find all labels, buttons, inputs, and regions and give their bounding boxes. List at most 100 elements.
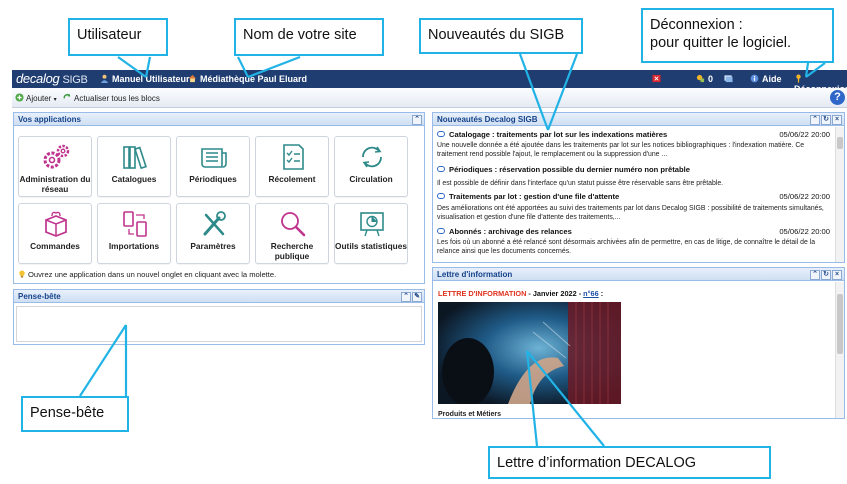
gears-icon (43, 144, 70, 169)
user-icon (100, 74, 109, 83)
site-link[interactable]: Médiathèque Paul Eluard (188, 74, 307, 84)
news-item[interactable]: Catalogage : traitements par lot sur les… (433, 129, 834, 163)
app-tile-administration[interactable]: Administration du réseau (18, 136, 92, 197)
cycle-arrows-icon (362, 146, 382, 168)
checklist-icon (283, 144, 304, 170)
comment-icon (437, 131, 445, 137)
app-tile-parametres[interactable]: Paramètres (176, 203, 250, 264)
collapse-icon[interactable]: ⌃ (412, 115, 422, 125)
app-tile-label: Importations (108, 241, 160, 251)
news-panel-title: Nouveautés Decalog SIGB (437, 115, 538, 124)
info-icon (750, 74, 759, 83)
app-tile-label: Récolement (268, 174, 316, 184)
refresh-icon[interactable]: ↻ (821, 270, 831, 280)
app-tile-circulation[interactable]: Circulation (334, 136, 408, 197)
news-item[interactable]: Périodiques : réservation possible du de… (433, 164, 834, 189)
app-tile-label: Circulation (349, 174, 393, 184)
news-date: 05/06/22 20:00 (779, 130, 830, 139)
callout-site-name: Nom de votre site (234, 18, 384, 56)
refresh-icon[interactable]: ↻ (821, 115, 831, 125)
close-icon[interactable]: × (832, 115, 842, 125)
notification-badge[interactable] (652, 74, 664, 84)
callout-newsletter: Lettre d’information DECALOG (488, 446, 771, 479)
news-item[interactable]: Traitements par lot : gestion d'une file… (433, 191, 834, 226)
app-tile-label: Paramètres (190, 241, 236, 251)
comment-icon (437, 193, 445, 199)
comment-icon (437, 228, 445, 234)
news-body: Des améliorations ont été apportées au s… (437, 205, 824, 221)
app-tile-recolement[interactable]: Récolement (255, 136, 329, 197)
app-tile-importations[interactable]: Importations (97, 203, 171, 264)
comment-icon (437, 166, 445, 172)
messages-button[interactable] (724, 74, 736, 84)
memo-panel-header: Pense-bête ⌃ ✎ (14, 290, 424, 303)
brand-logo: decalog SIGB (16, 71, 88, 86)
news-date: 05/06/22 20:00 (779, 192, 830, 201)
refresh-all-button[interactable]: Actualiser tous les blocs (62, 93, 160, 103)
close-icon[interactable]: × (832, 270, 842, 280)
news-body: Une nouvelle donnée a été ajoutée dans l… (437, 142, 805, 158)
newsletter-heading: LETTRE D'INFORMATION - Janvier 2022 - n°… (438, 289, 604, 298)
home-icon (188, 74, 197, 83)
app-tile-recherche-publique[interactable]: Recherche publique (255, 203, 329, 264)
news-scrollbar[interactable] (835, 127, 844, 262)
newsletter-panel: Lettre d'information ⌃ ↻ × LETTRE D'INFORM… (432, 267, 845, 419)
memo-panel: Pense-bête ⌃ ✎ (13, 289, 425, 345)
app-tile-label: Outils statistiques (335, 241, 407, 251)
refresh-icon (63, 93, 71, 99)
news-body: Les fois où un abonné a été relancé sont… (437, 239, 816, 255)
applications-panel-header: Vos applications ⌃ (14, 113, 424, 126)
news-panel: Nouveautés Decalog SIGB ⌃ ↻ × Catalogage :… (432, 112, 845, 263)
alert-icon (652, 74, 661, 83)
newsletter-panel-title: Lettre d'information (437, 270, 513, 279)
package-icon (45, 211, 67, 237)
collapse-icon[interactable]: ⌃ (810, 270, 820, 280)
tasks-counter[interactable]: 0 (696, 74, 713, 84)
memo-textarea[interactable] (16, 306, 422, 342)
app-tile-outils-statistiques[interactable]: Outils statistiques (334, 203, 408, 264)
transfer-icon (123, 211, 147, 237)
newspaper-icon (201, 148, 227, 168)
app-tile-label: Recherche publique (270, 241, 314, 261)
key-icon (796, 74, 801, 83)
applications-panel-title: Vos applications (18, 115, 81, 124)
tasks-icon (696, 74, 705, 83)
help-link[interactable]: Aide (750, 74, 782, 84)
collapse-icon[interactable]: ⌃ (401, 292, 411, 302)
collapse-icon[interactable]: ⌃ (810, 115, 820, 125)
tools-icon (203, 211, 226, 236)
add-block-button[interactable]: Ajouter ▾ (15, 93, 57, 103)
edit-icon[interactable]: ✎ (412, 292, 422, 302)
app-tile-label: Commandes (30, 241, 80, 251)
news-panel-header: Nouveautés Decalog SIGB ⌃ ↻ × (433, 113, 844, 126)
news-date: 05/06/22 20:00 (779, 227, 830, 236)
news-item[interactable]: Abonnés : archivage des relances 05/06/2… (433, 226, 834, 260)
scrollbar-thumb[interactable] (837, 137, 843, 149)
scrollbar-thumb[interactable] (837, 294, 843, 354)
app-tile-label: Administration du réseau (19, 174, 91, 194)
app-tile-commandes[interactable]: Commandes (18, 203, 92, 264)
chevron-down-icon: ▾ (53, 97, 57, 103)
newsletter-footer: Produits et Métiers (438, 411, 502, 418)
toolbar: Ajouter ▾ Actualiser tous les blocs ? (12, 88, 847, 108)
newsletter-scrollbar[interactable] (835, 282, 844, 418)
lightbulb-icon (19, 270, 25, 278)
app-tile-periodiques[interactable]: Périodiques (176, 136, 250, 197)
callout-user: Utilisateur (68, 18, 168, 56)
newsletter-image[interactable] (438, 302, 621, 404)
help-icon[interactable]: ? (830, 90, 845, 105)
magnifier-icon (281, 212, 306, 237)
add-icon (15, 93, 24, 102)
callout-logout: Déconnexion : pour quitter le logiciel. (641, 8, 834, 63)
user-manual-link[interactable]: Manuel Utilisateur (100, 74, 190, 84)
applications-panel: Vos applications ⌃ Administration du rés… (13, 112, 425, 284)
apps-hint: Ouvrez une application dans un nouvel on… (18, 270, 276, 279)
app-tile-catalogues[interactable]: Catalogues (97, 136, 171, 197)
newsletter-number-link[interactable]: n°66 (583, 289, 599, 298)
newsletter-panel-header: Lettre d'information ⌃ ↻ × (433, 268, 844, 281)
message-icon (724, 75, 733, 83)
callout-news: Nouveautés du SIGB (419, 18, 583, 54)
chart-board-icon (360, 212, 384, 237)
books-icon (123, 146, 147, 170)
app-tile-label: Catalogues (111, 174, 157, 184)
